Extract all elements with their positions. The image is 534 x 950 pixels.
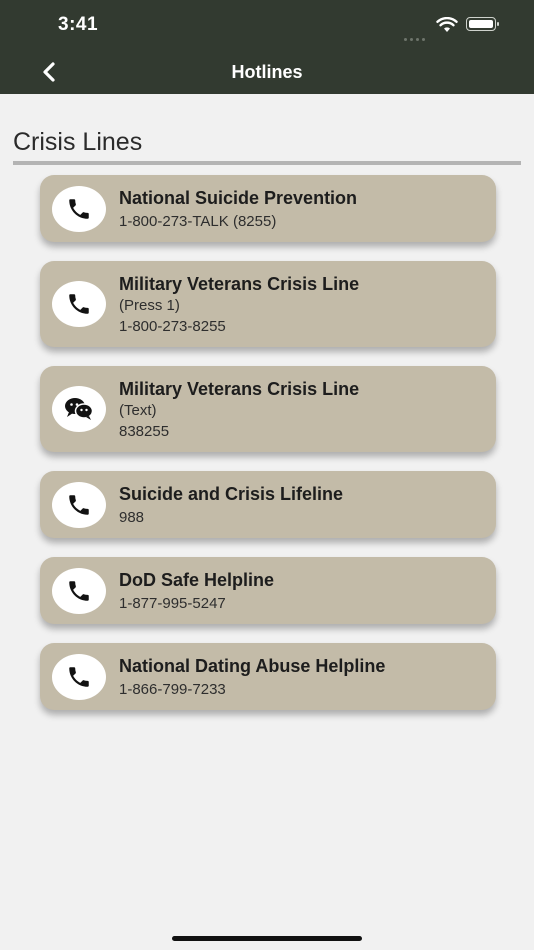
hotline-number: 1-877-995-5247: [119, 595, 226, 612]
nav-bar: Hotlines: [0, 50, 534, 94]
hotline-card[interactable]: Suicide and Crisis Lifeline 988: [40, 471, 496, 538]
wifi-icon: [436, 17, 458, 32]
phone-icon: [52, 654, 106, 700]
home-indicator[interactable]: [172, 936, 362, 941]
hotline-number: 1-800-273-8255: [119, 318, 226, 335]
hotline-note: (Press 1): [119, 297, 180, 314]
battery-icon: [466, 17, 499, 31]
hotline-card[interactable]: Military Veterans Crisis Line (Press 1) …: [40, 261, 496, 347]
nav-title: Hotlines: [231, 62, 303, 82]
section-divider: [13, 161, 521, 165]
hotline-card[interactable]: Military Veterans Crisis Line (Text) 838…: [40, 366, 496, 452]
section-title: Crisis Lines: [13, 128, 143, 156]
hotline-card[interactable]: National Dating Abuse Helpline 1-866-799…: [40, 643, 496, 710]
status-time: 3:41: [58, 14, 99, 35]
hotline-number: 1-800-273-TALK (8255): [119, 213, 277, 230]
hotline-number: 838255: [119, 423, 170, 440]
hotline-number: 988: [119, 509, 145, 526]
hotline-name: National Suicide Prevention: [119, 188, 358, 208]
hotline-name: Suicide and Crisis Lifeline: [119, 484, 344, 504]
hotline-name: Military Veterans Crisis Line: [119, 379, 360, 399]
phone-icon: [52, 482, 106, 528]
phone-icon: [52, 568, 106, 614]
phone-icon: [52, 186, 106, 232]
status-bar: 3:41: [0, 0, 534, 50]
phone-icon: [52, 281, 106, 327]
hotline-name: National Dating Abuse Helpline: [119, 656, 386, 676]
hotline-card[interactable]: DoD Safe Helpline 1-877-995-5247: [40, 557, 496, 624]
signal-dots-icon: [404, 28, 430, 41]
chat-bubbles-icon: [52, 386, 106, 432]
hotline-note: (Text): [119, 402, 157, 419]
hotline-name: Military Veterans Crisis Line: [119, 274, 360, 294]
hotline-card[interactable]: National Suicide Prevention 1-800-273-TA…: [40, 175, 496, 242]
hotline-name: DoD Safe Helpline: [119, 570, 275, 590]
hotline-number: 1-866-799-7233: [119, 681, 226, 698]
